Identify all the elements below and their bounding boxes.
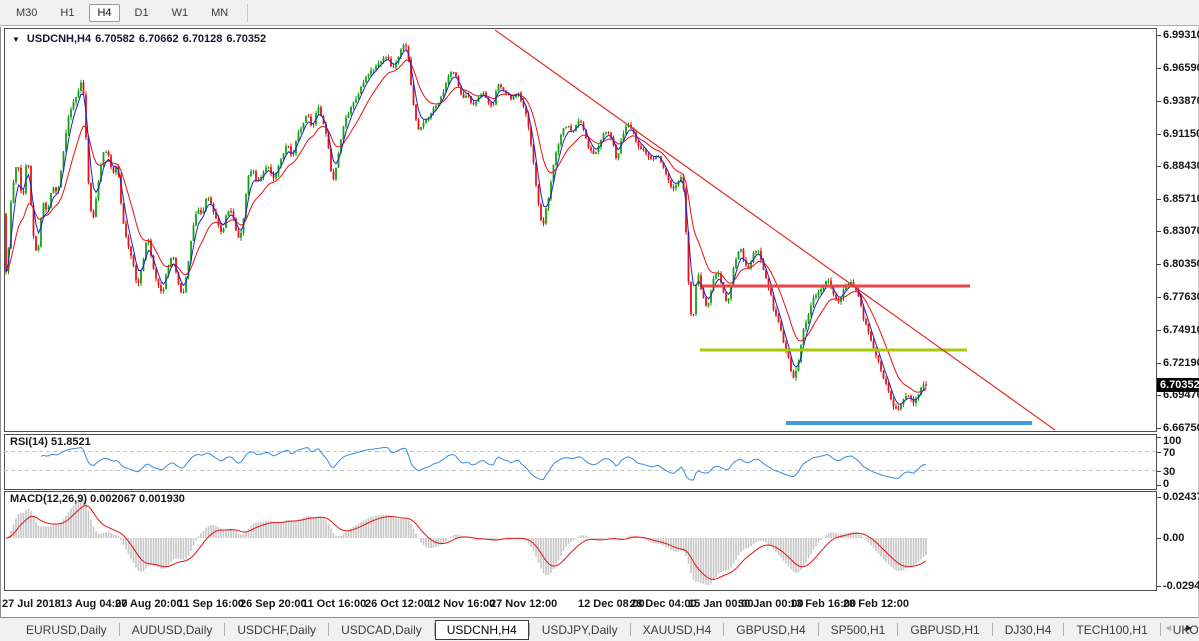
chart-tab-usdchf-daily[interactable]: USDCHF,Daily: [225, 620, 328, 640]
quote-close: 6.70352: [226, 33, 266, 45]
price-axis-label: 6.99310: [1163, 29, 1199, 41]
price-axis-tick: [1157, 166, 1161, 167]
price-axis-label: 6.88430: [1163, 160, 1199, 172]
price-axis-label: 6.77630: [1163, 291, 1199, 303]
rsi-value: 51.8521: [51, 436, 91, 448]
toolbar-separator: [247, 4, 248, 22]
terminal-window: M30 H1 H4 D1 W1 MN ▼ USDCNH,H4 6.70582 6.70662 6.…: [0, 0, 1199, 641]
timeframe-toolbar: M30 H1 H4 D1 W1 MN: [0, 0, 1199, 26]
quote-low: 6.70128: [183, 33, 223, 45]
rsi-canvas[interactable]: [4, 434, 1157, 490]
time-axis-label: 11 Sep 16:00: [178, 598, 244, 610]
chart-tab-eurusd-daily[interactable]: EURUSD,Daily: [14, 620, 119, 640]
price-axis-tick: [1157, 35, 1161, 36]
time-axis-label: 28 Dec 04:00: [630, 598, 697, 610]
rsi-axis-tick: [1157, 452, 1161, 453]
chart-tab-usdcnh-h4[interactable]: USDCNH,H4: [435, 620, 529, 640]
macd-axis-tick: [1157, 538, 1161, 539]
time-axis-label: 26 Sep 20:00: [240, 598, 307, 610]
chart-tab-bar: EURUSD,DailyAUDUSD,DailyUSDCHF,DailyUSDC…: [0, 617, 1199, 641]
rsi-axis-label: 70: [1163, 447, 1175, 459]
price-axis-label: 6.85710: [1163, 193, 1199, 205]
chart-tab-audusd-daily[interactable]: AUDUSD,Daily: [120, 620, 225, 640]
time-axis-label: 27 Aug 20:00: [115, 598, 182, 610]
price-axis-tick: [1157, 68, 1161, 69]
timeframe-button-m30[interactable]: M30: [8, 4, 45, 22]
price-axis-tick: [1157, 330, 1161, 331]
time-axis-label: 27 Nov 12:00: [490, 598, 557, 610]
chart-tab-sp500-h1[interactable]: SP500,H1: [819, 620, 898, 640]
price-axis-label: 6.80350: [1163, 258, 1199, 270]
price-axis-label: 6.72190: [1163, 357, 1199, 369]
time-axis-label: 28 Feb 12:00: [843, 598, 909, 610]
chart-title: ▼ USDCNH,H4 6.70582 6.70662 6.701286.70352: [12, 33, 270, 45]
chart-tab-dj30-h4[interactable]: DJ30,H4: [993, 620, 1064, 640]
price-axis-label: 6.96590: [1163, 62, 1199, 74]
rsi-axis-tick: [1157, 437, 1161, 438]
macd-axis-label: 0.00: [1163, 532, 1184, 544]
time-axis-label: 11 Oct 16:00: [302, 598, 366, 610]
time-axis-label: 12 Nov 16:00: [428, 598, 495, 610]
tab-scroll-left-icon[interactable]: ◄: [1163, 623, 1173, 634]
timeframe-button-h4[interactable]: H4: [89, 4, 119, 22]
price-axis-label: 6.74910: [1163, 324, 1199, 336]
chart-symbol: USDCNH,H4: [27, 33, 91, 45]
tab-scroll-arrows: ◄ ►: [1163, 623, 1194, 634]
price-axis-tick: [1157, 101, 1161, 102]
symbol-dropdown-icon[interactable]: ▼: [12, 35, 20, 44]
price-axis-tick: [1157, 199, 1161, 200]
macd-value-main: 0.002067: [90, 493, 136, 505]
price-axis-label: 6.91150: [1163, 128, 1199, 140]
chart-tabs: EURUSD,DailyAUDUSD,DailyUSDCHF,DailyUSDC…: [14, 620, 1199, 640]
rsi-name: RSI(14): [10, 436, 48, 448]
macd-axis-tick: [1157, 586, 1161, 587]
price-axis-tick: [1157, 134, 1161, 135]
chart-tab-usdcad-daily[interactable]: USDCAD,Daily: [329, 620, 434, 640]
rsi-axis-label: 30: [1163, 466, 1175, 478]
price-axis-tick: [1157, 395, 1161, 396]
macd-label: MACD(12,26,9) 0.002067 0.001930: [10, 493, 185, 505]
rsi-axis-label: 0: [1163, 478, 1169, 490]
price-chart-canvas[interactable]: [4, 28, 1157, 432]
price-axis-label: 6.93870: [1163, 95, 1199, 107]
rsi-axis-tick: [1157, 471, 1161, 472]
price-axis-tick: [1157, 231, 1161, 232]
timeframe-buttons: M30 H1 H4 D1 W1 MN: [8, 4, 243, 22]
chart-tab-xauusd-h4[interactable]: XAUUSD,H4: [631, 620, 724, 640]
chart-tab-tech100-h1[interactable]: TECH100,H1: [1064, 620, 1159, 640]
time-axis-label: 27 Jul 2018: [2, 598, 61, 610]
price-axis-tick: [1157, 428, 1161, 429]
macd-axis-tick: [1157, 497, 1161, 498]
timeframe-button-h1[interactable]: H1: [52, 4, 82, 22]
price-axis-tick: [1157, 264, 1161, 265]
macd-axis-label: -0.029423: [1163, 580, 1199, 592]
macd-canvas[interactable]: [4, 491, 1157, 591]
timeframe-button-w1[interactable]: W1: [164, 4, 197, 22]
rsi-axis-tick: [1157, 485, 1161, 486]
quote-open: 6.70582: [95, 33, 135, 45]
window-left-border: [0, 27, 1, 641]
rsi-label: RSI(14) 51.8521: [10, 436, 91, 448]
price-axis-tick: [1157, 297, 1161, 298]
macd-value-signal: 0.001930: [139, 493, 185, 505]
macd-name: MACD(12,26,9): [10, 493, 87, 505]
chart-tab-usdjpy-daily[interactable]: USDJPY,Daily: [530, 620, 630, 640]
tab-scroll-right-icon[interactable]: ►: [1184, 623, 1194, 634]
rsi-axis-label: 100: [1163, 435, 1181, 447]
price-axis-label: 6.83070: [1163, 225, 1199, 237]
quote-high: 6.70662: [139, 33, 179, 45]
macd-axis-label: 0.024372: [1163, 491, 1199, 503]
timeframe-button-d1[interactable]: D1: [127, 4, 157, 22]
time-axis-label: 26 Oct 12:00: [365, 598, 430, 610]
price-axis-label: 6.66750: [1163, 422, 1199, 434]
chart-tab-gbpusd-h1[interactable]: GBPUSD,H1: [898, 620, 991, 640]
price-axis-label: 6.69470: [1163, 389, 1199, 401]
chart-tab-gbpusd-h4[interactable]: GBPUSD,H4: [724, 620, 817, 640]
timeframe-button-mn[interactable]: MN: [203, 4, 236, 22]
price-axis-tick: [1157, 363, 1161, 364]
